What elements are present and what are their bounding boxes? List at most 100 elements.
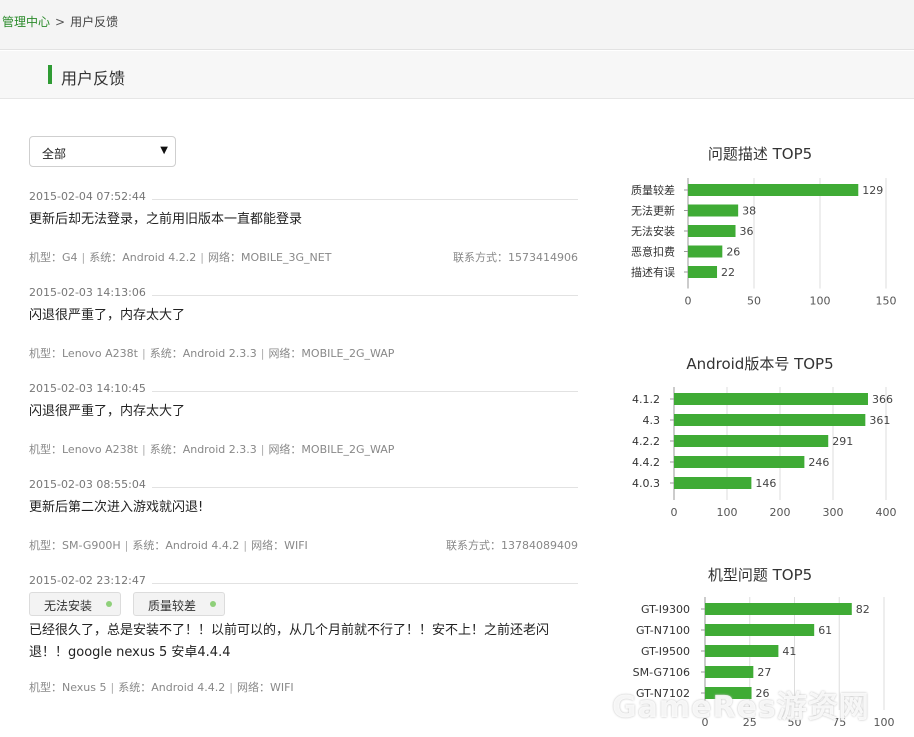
data-label: 22 xyxy=(721,266,735,279)
chart-title-android: Android版本号 TOP5 xyxy=(686,355,834,373)
category-label: 描述有误 xyxy=(631,265,675,279)
feedback-model: 机型：Lenovo A238t xyxy=(29,443,138,456)
feedback-message: 已经很久了，总是安装不了！！以前可以的，从几个月前就不行了！！安不上！之前还老闪… xyxy=(29,623,550,660)
data-label: 129 xyxy=(862,184,883,197)
meta-separator: | xyxy=(141,347,146,360)
chart-title-models: 机型问题 TOP5 xyxy=(707,566,813,584)
x-tick-label: 100 xyxy=(810,295,831,308)
x-tick-label: 400 xyxy=(876,506,897,519)
bar xyxy=(705,645,779,657)
filter-selected-value: 全部 xyxy=(42,147,67,161)
data-label: 26 xyxy=(726,246,740,259)
feedback-message: 闪退很严重了，内存太大了 xyxy=(29,308,186,323)
x-tick-label: 100 xyxy=(717,506,738,519)
feedback-timestamp: 2015-02-02 23:12:47 xyxy=(29,574,152,587)
category-label: 恶意扣费 xyxy=(631,245,675,259)
feedback-meta: 机型：G4 | 系统：Android 4.2.2 | 网络：MOBILE_3G_NET 联… xyxy=(29,249,578,265)
chart-issues-top5: 0 50 100 150 质量较差 129 无法更新 38 无法安装 36 恶意扣费 26 描述有误 22 xyxy=(631,178,897,308)
data-label: 41 xyxy=(782,645,796,658)
page-title: 用户反馈 xyxy=(61,69,126,88)
bar xyxy=(674,477,752,489)
meta-separator: | xyxy=(229,681,233,694)
x-tick-label: 300 xyxy=(823,506,844,519)
bar xyxy=(674,393,868,405)
feedback-model: 机型：SM-G900H xyxy=(29,539,121,552)
breadcrumb-link-admin[interactable]: 管理中心 xyxy=(2,15,50,29)
bar xyxy=(688,245,723,258)
category-label: 4.1.2 xyxy=(632,393,660,406)
feedback-model: 机型：Lenovo A238t xyxy=(29,347,138,360)
x-tick-label: 100 xyxy=(874,716,895,729)
x-tick-label: 200 xyxy=(770,506,791,519)
feedback-meta: 机型：Lenovo A238t | 系统：Android 2.3.3 | 网络：MOBI… xyxy=(29,441,578,457)
feedback-model: 机型：G4 xyxy=(29,251,78,264)
feedback-model: 机型：Nexus 5 xyxy=(29,681,107,694)
meta-separator: | xyxy=(243,539,248,552)
data-label: 36 xyxy=(740,225,754,238)
data-label: 146 xyxy=(755,477,776,490)
feedback-contact: 联系方式：13784089409 xyxy=(446,539,578,552)
title-accent-bar xyxy=(48,65,52,84)
meta-separator: | xyxy=(200,251,204,264)
meta-separator: | xyxy=(124,539,129,552)
bar xyxy=(688,184,859,196)
meta-separator: | xyxy=(260,347,265,360)
watermark-logo: GameRes游资网 xyxy=(612,690,870,725)
feedback-timestamp: 2015-02-03 14:13:06 xyxy=(29,286,152,299)
feedback-meta: 机型：SM-G900H | 系统：Android 4.4.2 | 网络：WIFI 联系方式… xyxy=(29,537,578,553)
category-label: 质量较差 xyxy=(631,183,675,197)
category-label: GT-N7100 xyxy=(636,624,690,637)
feedback-network: 网络：MOBILE_3G_NET xyxy=(207,251,332,264)
category-label: GT-I9500 xyxy=(641,645,690,658)
feedback-network: 网络：WIFI xyxy=(236,681,294,694)
meta-separator: | xyxy=(81,251,86,264)
x-tick-label: 0 xyxy=(685,295,692,308)
feedback-tag[interactable]: 质量较差 xyxy=(133,592,225,616)
bar xyxy=(688,225,736,237)
feedback-network: 网络：WIFI xyxy=(251,539,308,552)
data-label: 366 xyxy=(872,393,893,406)
meta-separator: | xyxy=(141,443,146,456)
bar xyxy=(688,204,739,217)
feedback-system: 系统：Android 2.3.3 xyxy=(149,443,257,456)
bar xyxy=(674,435,829,447)
meta-separator: | xyxy=(260,443,265,456)
data-label: 27 xyxy=(757,666,771,679)
data-label: 61 xyxy=(818,624,832,637)
feedback-network: 网络：MOBILE_2G_WAP xyxy=(268,443,395,456)
chart-title-issues: 问题描述 TOP5 xyxy=(707,145,813,163)
data-label: 38 xyxy=(742,205,756,218)
feedback-tag-label: 质量较差 xyxy=(148,599,197,613)
feedback-system: 系统：Android 2.3.3 xyxy=(149,347,257,360)
feedback-system: 系统：Android 4.4.2 xyxy=(118,681,226,694)
feedback-timestamp: 2015-02-03 14:10:45 xyxy=(29,382,152,395)
data-label: 291 xyxy=(832,435,853,448)
data-label: 82 xyxy=(856,603,870,616)
feedback-message: 闪退很严重了，内存太大了 xyxy=(29,404,186,419)
bar xyxy=(705,624,815,636)
category-label: 4.0.3 xyxy=(632,477,660,490)
bar xyxy=(705,603,852,615)
feedback-meta: 机型：Nexus 5 | 系统：Android 4.4.2 | 网络：WIFI xyxy=(29,679,578,695)
feedback-system: 系统：Android 4.2.2 xyxy=(89,251,197,264)
feedback-timestamp: 2015-02-04 07:52:44 xyxy=(29,190,152,203)
feedback-contact: 联系方式：1573414906 xyxy=(453,251,578,264)
category-label: 4.3 xyxy=(643,414,661,427)
breadcrumb: 管理中心 > 用户反馈 xyxy=(2,13,118,30)
tag-dot-icon xyxy=(106,601,112,607)
top-bar: 管理中心 > 用户反馈 xyxy=(0,0,914,50)
bar xyxy=(674,456,805,468)
category-label: 无法安装 xyxy=(631,224,675,238)
dropdown-arrow-icon: ▼ xyxy=(160,145,168,156)
x-tick-label: 150 xyxy=(876,295,897,308)
category-label: SM-G7106 xyxy=(633,666,690,679)
feedback-filter-select[interactable]: 全部 ▼ xyxy=(29,136,176,167)
bar xyxy=(674,414,866,426)
feedback-tag-label: 无法安装 xyxy=(44,599,93,613)
category-label: 无法更新 xyxy=(631,204,675,218)
feedback-tag[interactable]: 无法安装 xyxy=(29,592,121,616)
feedback-message: 更新后却无法登录，之前用旧版本一直都能登录 xyxy=(29,212,303,227)
x-tick-label: 0 xyxy=(671,506,678,519)
data-label: 361 xyxy=(869,414,890,427)
data-label: 246 xyxy=(808,456,829,469)
